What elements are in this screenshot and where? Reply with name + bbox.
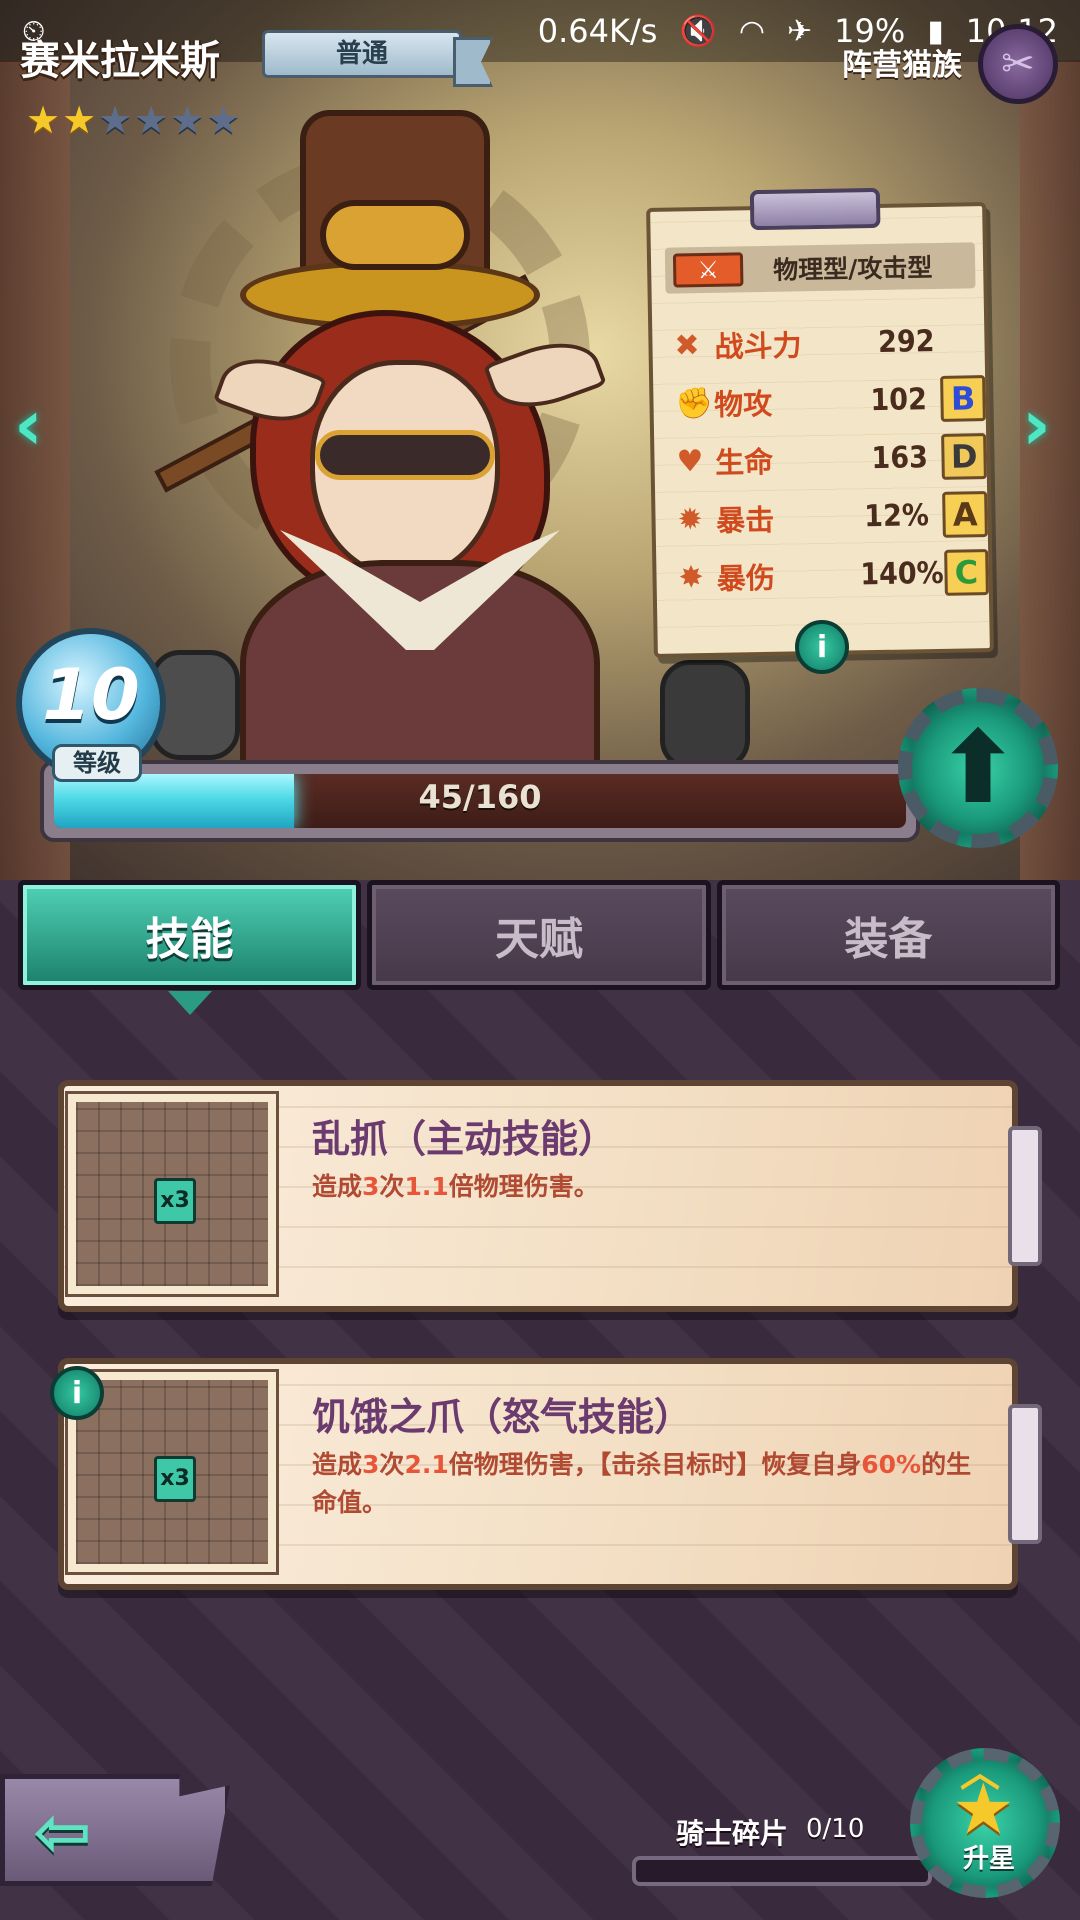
star-icon: ★ [134, 98, 169, 142]
exp-bar: 45/160 [40, 760, 920, 842]
skill-description-part: 3 [362, 1450, 380, 1479]
hero-character-art [140, 90, 750, 820]
tab-skills[interactable]: 技能 [18, 880, 362, 1015]
arrow-left-icon: ⇦ [33, 1791, 92, 1873]
exp-text: 45/160 [418, 778, 542, 816]
stat-row: ✹ 暴击 12% A [677, 488, 988, 545]
shard-count: 0/10 [806, 1814, 865, 1844]
stat-row: ✖ 战斗力 292 [674, 314, 985, 371]
skill-multiplier-badge: x3 [154, 1178, 196, 1224]
hero-name: 赛米拉米斯 [20, 38, 220, 84]
skill-description: 造成3次1.1倍物理伤害。 [312, 1168, 992, 1206]
skill-info-icon[interactable]: i [50, 1366, 104, 1420]
next-hero-arrow-icon[interactable]: › [1022, 390, 1072, 465]
stat-grade-badge: D [941, 433, 987, 480]
skill-description-part: 3 [362, 1172, 380, 1201]
stat-value: 12% [863, 497, 930, 534]
stat-row: ♥ 生命 163 D [676, 430, 987, 487]
stat-grade-badge: A [942, 491, 988, 538]
stat-value: 163 [871, 439, 929, 476]
star-icon: ★ [206, 98, 241, 142]
skill-description-part: 倍物理伤害。 [448, 1172, 599, 1201]
stats-info-icon[interactable]: i [795, 620, 849, 674]
skill-card-tab [1008, 1126, 1042, 1266]
faction-label: 阵营猫族 [842, 48, 962, 83]
stat-name: 战斗力 [714, 328, 802, 364]
skill-description-part: 1.1 [404, 1172, 449, 1201]
stat-name: 暴击 [715, 502, 775, 538]
level-label: 等级 [52, 744, 142, 782]
shard-progress-bar [632, 1856, 932, 1886]
skill-description-part: 次 [379, 1450, 405, 1479]
sunglasses-art [315, 430, 495, 480]
star-icon: ★ [62, 98, 97, 142]
airplane-icon: ✈ [787, 13, 813, 49]
stat-grade-badge: C [943, 549, 989, 596]
skill-card[interactable]: x3 乱抓（主动技能） 造成3次1.1倍物理伤害。 [58, 1080, 1042, 1312]
skill-card[interactable]: x3 饥饿之爪（怒气技能） 造成3次2.1倍物理伤害，【击杀目标时】恢复自身60%的… [58, 1358, 1042, 1590]
stat-name: 暴伤 [716, 560, 776, 596]
level-up-button[interactable]: ⬆ [898, 688, 1058, 848]
stat-value: 140% [859, 555, 944, 592]
power-icon: ✖ [674, 327, 700, 364]
clipboard-clip [749, 187, 881, 231]
skill-description-part: 60% [861, 1450, 922, 1479]
skill-multiplier-badge: x3 [154, 1456, 196, 1502]
skill-card-tab [1008, 1404, 1042, 1544]
stat-grade-badge: B [940, 375, 986, 422]
tab-talents[interactable]: 天赋 [367, 880, 711, 990]
tab-equipment[interactable]: 装备 [716, 880, 1060, 990]
crit-icon: ✹ [677, 501, 703, 537]
skill-description: 造成3次2.1倍物理伤害，【击杀目标时】恢复自身60%的生命值。 [312, 1446, 992, 1522]
star-icon: ★ [26, 98, 61, 142]
stats-card: ⚔ 物理型/攻击型 ✖ 战斗力 292 ✊ 物攻 102 B ♥ 生命 163 D ✹ 暴击 12% A ✸ 暴… [646, 187, 994, 658]
net-speed: 0.64K/s [537, 12, 658, 50]
star-rating: ★ ★ ★ ★ ★ ★ [26, 100, 240, 140]
skill-title: 乱抓（主动技能） [312, 1117, 617, 1161]
glove-right-art [660, 660, 750, 770]
skill-description-part: 倍物理伤害，【击杀目标时】恢复自身 [448, 1450, 862, 1479]
previous-hero-arrow-icon[interactable]: ‹ [14, 390, 64, 465]
arrow-up-icon: ⬆ [936, 709, 1020, 826]
star-icon: ★ [170, 98, 205, 142]
skill-icon[interactable]: x3 [68, 1094, 276, 1294]
skill-description-part: 造成 [312, 1172, 363, 1201]
status-bar-right: 0.64K/s 🔇 ◠ ✈ 19% ▮ 10:12 [538, 12, 1058, 50]
level-badge: 10 等级 [16, 628, 166, 782]
shard-label: 骑士碎片 [676, 1817, 789, 1850]
wifi-icon: ◠ [738, 13, 765, 49]
hero-type-row: ⚔ 物理型/攻击型 [664, 242, 976, 294]
stat-value: 292 [877, 323, 935, 360]
hero-type-text: 物理型/攻击型 [772, 253, 933, 285]
fish-bone-icon[interactable]: ✂ [978, 24, 1058, 104]
fist-icon: ✊ [675, 385, 714, 422]
rarity-banner: 普通 [262, 30, 462, 78]
stat-value: 102 [870, 381, 928, 418]
level-number: 10 [42, 654, 140, 736]
goggles-art [320, 200, 470, 270]
stat-name: 物攻 [713, 386, 773, 422]
sword-icon: ⚔ [672, 252, 744, 288]
stat-name: 生命 [714, 444, 774, 480]
star-up-label: 升星 [962, 1844, 1015, 1874]
mute-icon: 🔇 [679, 13, 717, 49]
tab-strip: 技能 天赋 装备 [18, 880, 1060, 1015]
heart-icon: ♥ [676, 443, 704, 480]
crit-damage-icon: ✸ [678, 559, 704, 595]
skill-description-part: 2.1 [404, 1450, 449, 1479]
star-icon: ★ [98, 98, 133, 142]
stat-row: ✸ 暴伤 140% C [678, 546, 989, 603]
skill-description-part: 造成 [312, 1450, 363, 1479]
skill-title: 饥饿之爪（怒气技能） [312, 1395, 693, 1439]
skill-description-part: 次 [379, 1172, 405, 1201]
stat-row: ✊ 物攻 102 B [675, 372, 986, 429]
